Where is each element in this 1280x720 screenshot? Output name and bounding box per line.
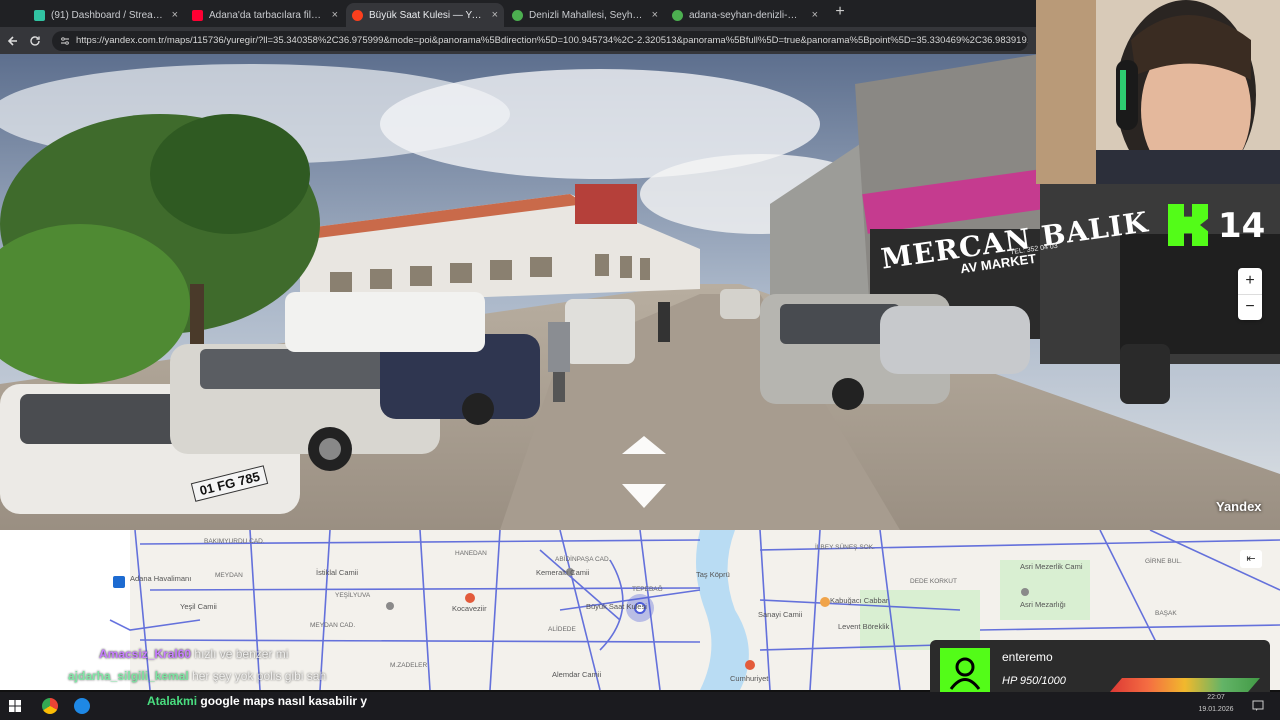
map-label: Cumhuriyet (730, 674, 769, 683)
alert-username: enteremo (1002, 650, 1053, 664)
zoom-controls: + − (1238, 268, 1262, 320)
chat-message-3: Atalakmi google maps nasıl kasabilir y (147, 694, 367, 708)
map-label: TEPEBAĞ (632, 586, 663, 593)
reload-button[interactable] (24, 30, 46, 52)
new-tab-button[interactable]: + (830, 3, 850, 23)
map-label: Adana Havalimanı (130, 574, 192, 583)
chat-username: ajdarha_silgili_kemal (68, 669, 189, 683)
map-label: Alemdar Camii (552, 670, 602, 679)
tab-title: Büyük Saat Kulesi — Yandex Maps (369, 9, 486, 21)
browser-tab-bar: (91) Dashboard / Streamlabs × Adana'da t… (0, 0, 1036, 27)
move-back-arrow-icon[interactable] (622, 484, 666, 510)
map-label: Asri Mezarlığı (1020, 600, 1066, 609)
chat-username: Amacsiz_Kral60 (99, 647, 192, 661)
viewer-count: 14 (1218, 206, 1266, 246)
reload-icon (30, 35, 40, 46)
map-label: Kabuğacı Cabbar (830, 596, 889, 605)
address-bar-row: https://yandex.com.tr/maps/115736/yuregi… (0, 27, 1036, 54)
user-avatar (940, 648, 990, 698)
map-label: Yeşil Camii (180, 602, 217, 611)
alert-hp: HP 950/1000 (1002, 675, 1066, 687)
chat-text: hızlı ve benzer mi (194, 647, 289, 661)
chat-username: Atalakmi (147, 694, 198, 708)
collapse-map-button[interactable]: ⇤ (1240, 550, 1262, 568)
chrome-taskbar-icon[interactable] (42, 698, 58, 714)
site-favicon-icon (672, 9, 683, 21)
map-label: İLBEY SÜNEŞ SOK. (815, 544, 875, 551)
webcam-overlay (1036, 0, 1280, 184)
chat-text: google maps nasıl kasabilir y (200, 694, 368, 708)
tab-title: Denizli Mahallesi, Seyhan, Adana (529, 9, 646, 21)
tab-streamlabs[interactable]: (91) Dashboard / Streamlabs × (28, 3, 184, 27)
yandex-watermark: Yandex (1216, 499, 1262, 514)
map-label: BAKIMYURDU CAD. (204, 538, 265, 545)
tab-title: Adana'da tarbacılara film gibi baskı (209, 9, 326, 21)
close-tab-icon[interactable]: × (812, 9, 818, 21)
map-label: ALİDEDE (548, 626, 576, 633)
close-tab-icon[interactable]: × (652, 9, 658, 21)
site-info-icon[interactable] (60, 36, 70, 46)
map-label: ABİDİNPAŞA CAD. (555, 556, 611, 563)
taskbar-time: 22:07 (1207, 694, 1225, 701)
map-label: Sanayi Camii (758, 610, 803, 619)
map-label: GİRNE BUL. (1145, 558, 1182, 565)
tab-denizli-2[interactable]: adana-seyhan-denizli-mahallesi-h × (666, 3, 824, 27)
chat-message-1: Amacsiz_Kral60 hızlı ve benzer mi (99, 647, 288, 661)
map-label: MEYDAN CAD. (310, 622, 356, 629)
tab-denizli[interactable]: Denizli Mahallesi, Seyhan, Adana × (506, 3, 664, 27)
zoom-in-button[interactable]: + (1238, 268, 1262, 294)
hp-bar (1110, 678, 1260, 692)
person-icon (949, 657, 981, 690)
map-label: İstiklal Camii (316, 568, 359, 577)
map-label: Levent Böreklik (838, 622, 890, 631)
notification-icon[interactable] (1252, 700, 1264, 712)
close-tab-icon[interactable]: × (172, 9, 178, 21)
map-label: Taş Köprü (696, 570, 730, 579)
close-tab-icon[interactable]: × (492, 9, 498, 21)
chat-message-2: ajdarha_silgili_kemal her şey yok polis … (68, 669, 326, 683)
map-label: BAŞAK (1155, 610, 1177, 617)
zoom-out-button[interactable]: − (1238, 294, 1262, 320)
map-label: Kemeraltı Camii (536, 568, 590, 577)
windows-taskbar: Atalakmi google maps nasıl kasabilir y 2… (0, 692, 1280, 720)
map-label: Asri Mezerlik Cami (1020, 562, 1083, 571)
tab-title: adana-seyhan-denizli-mahallesi-h (689, 9, 806, 21)
map-label: Büyük Saat Kulesi (586, 602, 647, 611)
tab-youtube[interactable]: Adana'da tarbacılara film gibi baskı × (186, 3, 344, 27)
tab-yandex-maps[interactable]: Büyük Saat Kulesi — Yandex Maps × (346, 3, 504, 27)
chat-text: her şey yok polis gibi sah (192, 669, 327, 683)
map-label: DEDE KORKUT (910, 578, 957, 585)
youtube-favicon-icon (192, 9, 203, 21)
url-text: https://yandex.com.tr/maps/115736/yuregi… (76, 35, 1028, 46)
map-label: Kocaveziir (452, 604, 487, 613)
streamlabs-favicon-icon (34, 9, 45, 21)
yandex-maps-favicon-icon (352, 9, 363, 21)
map-label: M.ZADELER (390, 662, 428, 669)
back-arrow-icon (7, 35, 17, 46)
taskbar-date: 19.01.2026 (1198, 706, 1234, 713)
site-favicon-icon (512, 9, 523, 21)
back-button[interactable] (2, 30, 24, 52)
edge-taskbar-icon[interactable] (74, 698, 90, 714)
map-label: MEYDAN (215, 572, 243, 579)
url-input[interactable]: https://yandex.com.tr/maps/115736/yuregi… (52, 30, 1028, 51)
tab-title: (91) Dashboard / Streamlabs (51, 9, 166, 21)
move-forward-arrow-icon[interactable] (622, 436, 666, 456)
windows-start-icon[interactable] (9, 700, 21, 712)
map-label: HANEDAN (455, 550, 487, 557)
close-tab-icon[interactable]: × (332, 9, 338, 21)
map-label: YEŞİLYUVA (335, 592, 371, 599)
streamer-webcam-image (1036, 0, 1280, 184)
